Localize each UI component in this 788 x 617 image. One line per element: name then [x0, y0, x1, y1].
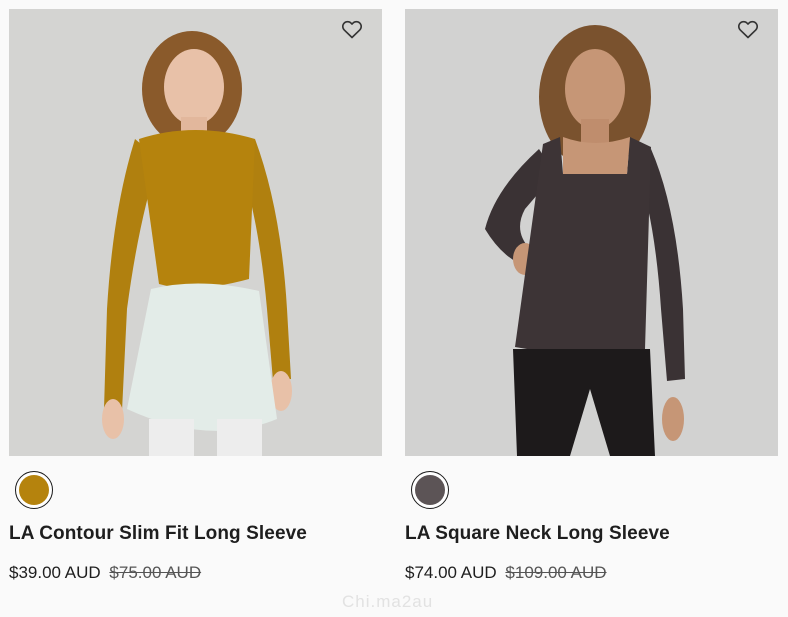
price-row: $74.00 AUD $109.00 AUD — [405, 563, 778, 583]
product-grid: LA Contour Slim Fit Long Sleeve $39.00 A… — [0, 0, 788, 617]
swatch-color-dot — [19, 475, 49, 505]
swatch-color-dot — [415, 475, 445, 505]
color-swatch[interactable] — [411, 471, 449, 509]
color-swatch[interactable] — [15, 471, 53, 509]
watermark-text: Chi.ma2au — [342, 592, 434, 611]
sale-price: $74.00 AUD — [405, 563, 497, 582]
product-image[interactable] — [9, 9, 382, 456]
original-price: $75.00 AUD — [109, 563, 202, 582]
original-price: $109.00 AUD — [505, 563, 607, 582]
product-name[interactable]: LA Square Neck Long Sleeve — [405, 523, 778, 545]
product-card: LA Contour Slim Fit Long Sleeve $39.00 A… — [9, 9, 382, 583]
product-image[interactable] — [405, 9, 778, 456]
product-card: LA Square Neck Long Sleeve $74.00 AUD $1… — [405, 9, 778, 583]
heart-outline-icon[interactable] — [736, 17, 760, 41]
heart-outline-icon[interactable] — [340, 17, 364, 41]
color-swatches — [405, 471, 778, 509]
color-swatches — [9, 471, 382, 509]
sale-price: $39.00 AUD — [9, 563, 101, 582]
price-row: $39.00 AUD $75.00 AUD — [9, 563, 382, 583]
product-name[interactable]: LA Contour Slim Fit Long Sleeve — [9, 523, 382, 545]
